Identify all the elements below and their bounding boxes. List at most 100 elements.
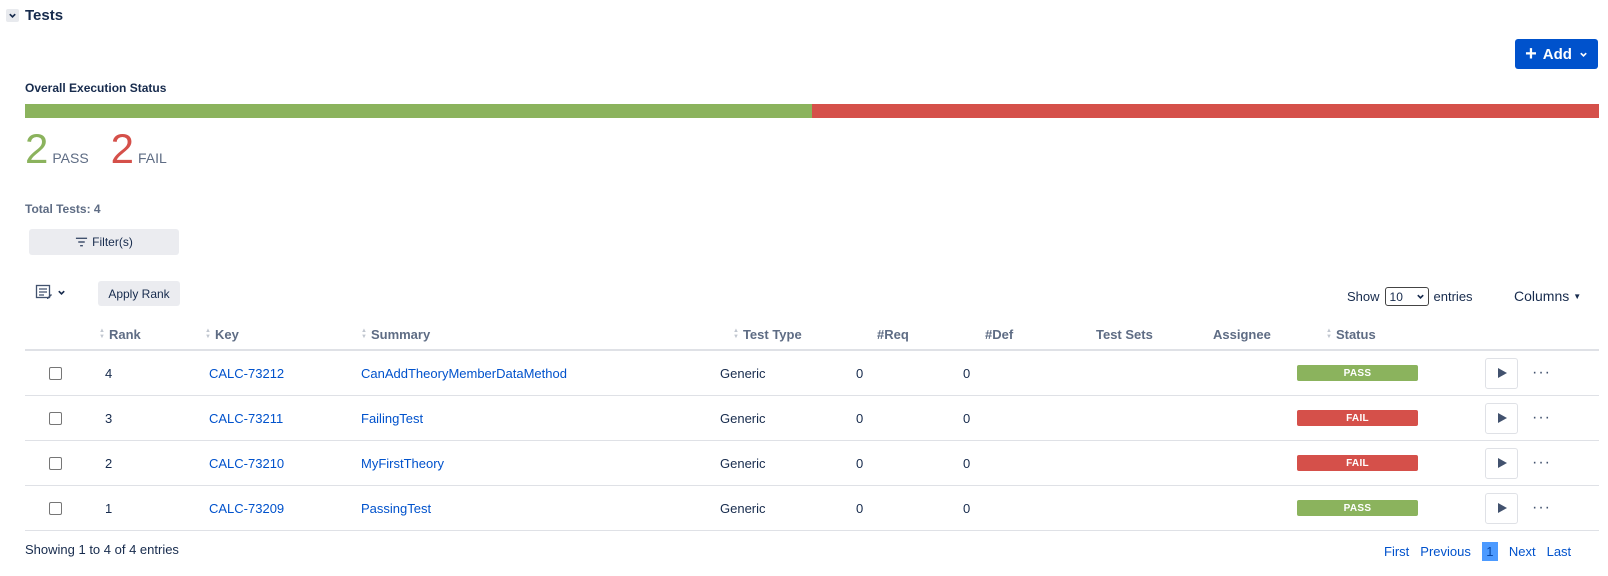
more-icon[interactable]: ··· [1532, 364, 1551, 382]
header-req: #Req [877, 326, 909, 342]
execution-status-label: Overall Execution Status [25, 81, 167, 95]
header-def: #Def [985, 326, 1014, 342]
cell-test-type: Generic [720, 410, 766, 426]
fail-count: 2 [110, 125, 135, 172]
cell-key-link[interactable]: CALC-73212 [209, 351, 284, 395]
cell-summary-link[interactable]: CanAddTheoryMemberDataMethod [361, 351, 567, 395]
cell-summary-link[interactable]: PassingTest [361, 486, 431, 530]
chevron-down-icon [58, 290, 65, 295]
table-row: 4 CALC-73212 CanAddTheoryMemberDataMetho… [25, 351, 1599, 396]
header-status[interactable]: ▲ ▼ Status [1326, 319, 1376, 349]
chevron-down-icon[interactable] [6, 8, 19, 22]
execution-progress-bar [25, 104, 1599, 118]
filter-button[interactable]: Filter(s) [29, 229, 179, 255]
status-counts: 2 PASS 2 FAIL [25, 128, 189, 170]
caret-down-icon: ▼ [1573, 291, 1582, 301]
pagination-next[interactable]: Next [1509, 544, 1536, 559]
header-rank-label: Rank [108, 326, 141, 342]
sort-icon: ▲ ▼ [733, 328, 739, 340]
column-selector-button[interactable] [35, 283, 66, 301]
columns-button[interactable]: Columns ▼ [1514, 288, 1581, 304]
status-badge: PASS [1297, 500, 1418, 516]
plus-icon: + [1525, 43, 1537, 65]
cell-key-link[interactable]: CALC-73210 [209, 441, 284, 485]
show-label: Show [1347, 289, 1380, 304]
row-checkbox[interactable] [49, 411, 62, 425]
row-checkbox[interactable] [49, 501, 62, 515]
apply-rank-button[interactable]: Apply Rank [98, 281, 180, 306]
progress-pass-segment [25, 104, 812, 118]
cell-status: PASS [1297, 486, 1418, 530]
header-test-sets: Test Sets [1096, 326, 1153, 342]
table-row: 3 CALC-73211 FailingTest Generic 0 0 FAI… [25, 396, 1599, 441]
tests-table: ▲ ▼ Rank ▲ ▼ Key ▲ ▼ Summary ▲ ▼ Test Type #… [25, 319, 1599, 531]
header-summary[interactable]: ▲ ▼ Summary [361, 319, 430, 349]
header-key[interactable]: ▲ ▼ Key [205, 319, 239, 349]
cell-key-link[interactable]: CALC-73209 [209, 486, 284, 530]
cell-run [1485, 351, 1518, 395]
cell-run [1485, 486, 1518, 530]
sort-icon: ▲ ▼ [205, 328, 211, 340]
table-info: Showing 1 to 4 of 4 entries [25, 542, 179, 557]
show-entries-control: Show 10 entries [1347, 287, 1473, 306]
header-key-label: Key [214, 326, 239, 342]
more-icon[interactable]: ··· [1532, 499, 1551, 517]
run-test-button[interactable] [1485, 447, 1518, 479]
run-test-button[interactable] [1485, 402, 1518, 434]
total-tests: Total Tests: 4 [25, 202, 101, 216]
status-badge: PASS [1297, 365, 1418, 381]
status-badge: FAIL [1297, 410, 1418, 426]
pass-label: PASS [52, 150, 89, 166]
sort-icon: ▲ ▼ [1326, 328, 1332, 340]
chevron-down-icon [1580, 52, 1587, 57]
play-icon [1497, 368, 1507, 378]
filter-icon [76, 237, 88, 247]
cell-summary-link[interactable]: FailingTest [361, 396, 423, 440]
cell-test-type: Generic [720, 500, 766, 516]
pagination-current-page[interactable]: 1 [1481, 542, 1498, 561]
cell-key-link[interactable]: CALC-73211 [209, 396, 283, 440]
progress-fail-segment [812, 104, 1599, 118]
pagination-previous[interactable]: Previous [1420, 544, 1471, 559]
sort-icon: ▲ ▼ [361, 328, 367, 340]
cell-def: 0 [963, 455, 971, 471]
cell-summary-link[interactable]: MyFirstTheory [361, 441, 444, 485]
play-icon [1497, 458, 1507, 468]
row-checkbox[interactable] [49, 456, 62, 470]
filter-button-label: Filter(s) [92, 235, 133, 249]
header-assignee: Assignee [1213, 326, 1271, 342]
fail-label: FAIL [138, 150, 167, 166]
cell-req: 0 [856, 455, 864, 471]
row-checkbox-cell [49, 486, 62, 530]
run-test-button[interactable] [1485, 357, 1518, 389]
cell-req: 0 [856, 410, 864, 426]
cell-more: ··· [1532, 486, 1551, 530]
row-checkbox[interactable] [49, 366, 62, 380]
header-rank[interactable]: ▲ ▼ Rank [99, 319, 141, 349]
entries-select-value: 10 [1389, 289, 1403, 304]
more-icon[interactable]: ··· [1532, 454, 1551, 472]
cell-more: ··· [1532, 351, 1551, 395]
pagination: First Previous 1 Next Last [1384, 542, 1571, 561]
run-test-button[interactable] [1485, 492, 1518, 524]
cell-more: ··· [1532, 396, 1551, 440]
cell-rank: 1 [105, 500, 113, 516]
cell-status: FAIL [1297, 396, 1418, 440]
cell-def: 0 [963, 410, 971, 426]
entries-select[interactable]: 10 [1384, 287, 1429, 306]
row-checkbox-cell [49, 441, 62, 485]
cell-status: FAIL [1297, 441, 1418, 485]
more-icon[interactable]: ··· [1532, 409, 1551, 427]
section-header[interactable]: Tests [6, 5, 63, 25]
column-edit-icon [35, 284, 52, 299]
header-status-label: Status [1335, 326, 1376, 342]
header-test-type-label: Test Type [742, 326, 802, 342]
pagination-first[interactable]: First [1384, 544, 1409, 559]
pagination-last[interactable]: Last [1547, 544, 1572, 559]
table-body: 4 CALC-73212 CanAddTheoryMemberDataMetho… [25, 351, 1599, 531]
table-row: 2 CALC-73210 MyFirstTheory Generic 0 0 F… [25, 441, 1599, 486]
header-test-type[interactable]: ▲ ▼ Test Type [733, 319, 802, 349]
add-button[interactable]: + Add [1515, 39, 1598, 69]
pass-count: 2 [25, 125, 49, 172]
cell-test-type: Generic [720, 365, 766, 381]
